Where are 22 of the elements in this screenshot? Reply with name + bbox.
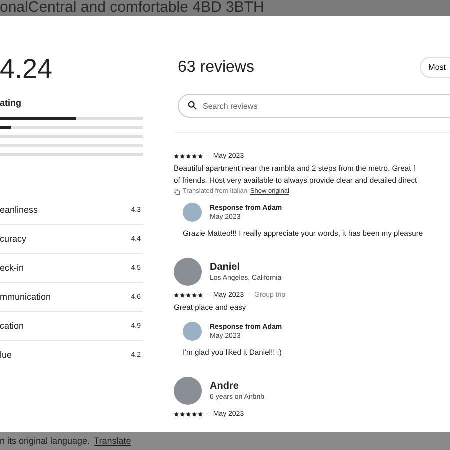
avatar — [174, 258, 202, 286]
listing-title: onalCentral and comfortable 4BD 3BTH — [0, 0, 264, 16]
overall-rating: 4.24 — [0, 54, 54, 84]
category-name: curacy — [0, 234, 27, 244]
translate-link[interactable]: Translate — [94, 436, 132, 446]
search-field[interactable]: Search reviews — [178, 94, 450, 118]
rating-label: ating — [0, 98, 22, 108]
category-name: eck-in — [0, 263, 24, 273]
category-name: eanliness — [0, 205, 38, 215]
translate-icon — [174, 188, 180, 194]
host-avatar — [183, 203, 202, 222]
reviewer-name: Daniel — [210, 262, 242, 273]
reviews-heading: 63 reviews — [178, 58, 254, 76]
search-icon — [188, 101, 197, 110]
category-name: cation — [0, 321, 24, 331]
translation-banner-text: n its original language. — [0, 436, 90, 446]
avatar — [174, 377, 202, 405]
category-name: mmunication — [0, 292, 52, 302]
sort-button[interactable]: Most — [420, 57, 450, 78]
host-avatar — [183, 322, 202, 341]
category-name: lue — [0, 350, 12, 360]
reviewer-name: Andre — [210, 381, 240, 392]
